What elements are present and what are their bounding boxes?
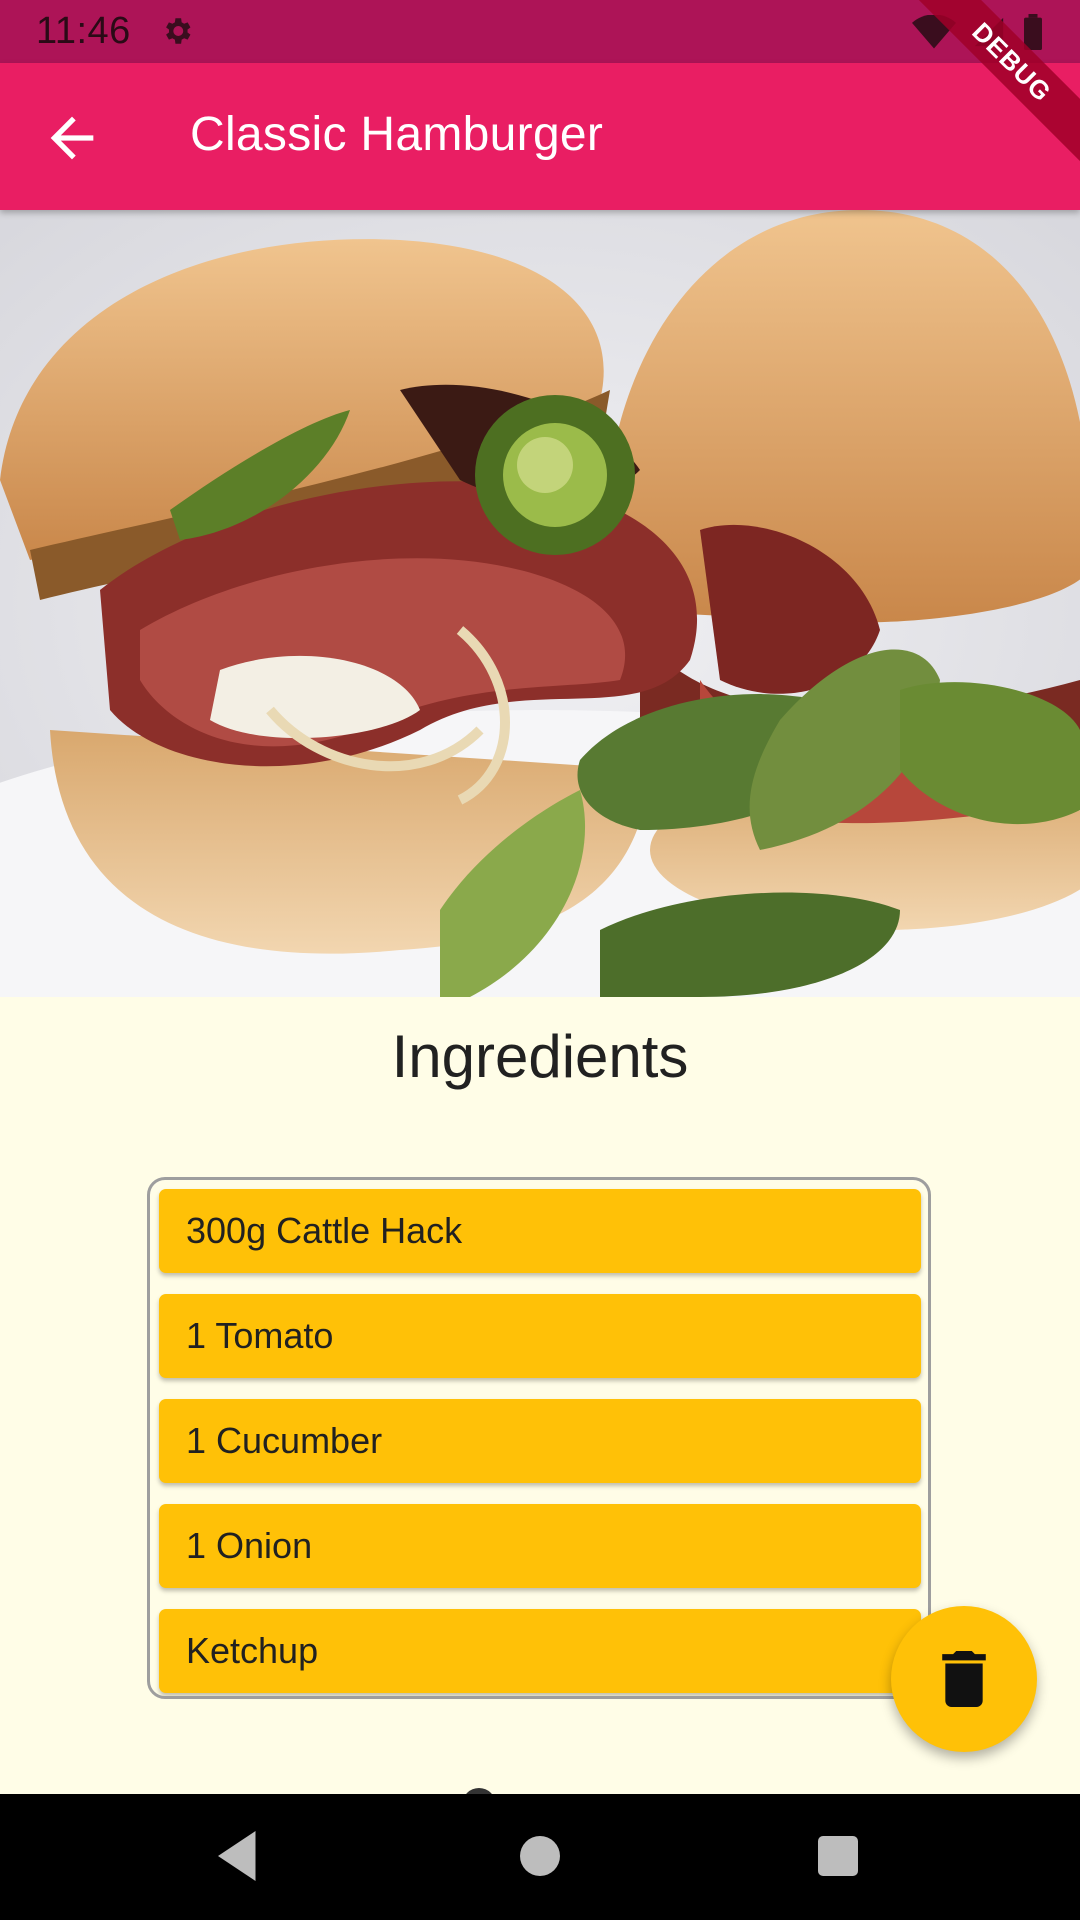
ingredients-list: 300g Cattle Hack 1 Tomato 1 Cucumber 1 O…	[147, 1177, 931, 1699]
list-item[interactable]: 1 Cucumber	[159, 1399, 921, 1483]
system-nav-bar	[0, 1794, 1080, 1920]
settings-icon	[166, 18, 191, 44]
recents-square-icon[interactable]	[808, 1826, 868, 1886]
burger-photo	[0, 210, 1080, 997]
delete-button[interactable]	[891, 1606, 1037, 1752]
list-item[interactable]: 300g Cattle Hack	[159, 1189, 921, 1273]
arrow-back-icon[interactable]	[40, 106, 104, 170]
list-item[interactable]: 1 Onion	[159, 1504, 921, 1588]
list-item[interactable]: 1 Tomato	[159, 1294, 921, 1378]
status-bar: 11:46	[0, 0, 1080, 63]
back-triangle-icon[interactable]	[208, 1826, 268, 1886]
app-screen: 11:46 Classic Hamburger DEBUG Ingredient…	[0, 0, 1080, 1920]
list-item[interactable]: Ketchup	[159, 1609, 921, 1693]
status-time: 11:46	[36, 10, 131, 52]
ingredients-title: Ingredients	[391, 1023, 689, 1090]
app-bar: Classic Hamburger	[0, 63, 1080, 210]
page-title: Classic Hamburger	[190, 108, 604, 161]
home-circle-icon[interactable]	[510, 1826, 570, 1886]
delete-icon	[942, 1651, 986, 1707]
